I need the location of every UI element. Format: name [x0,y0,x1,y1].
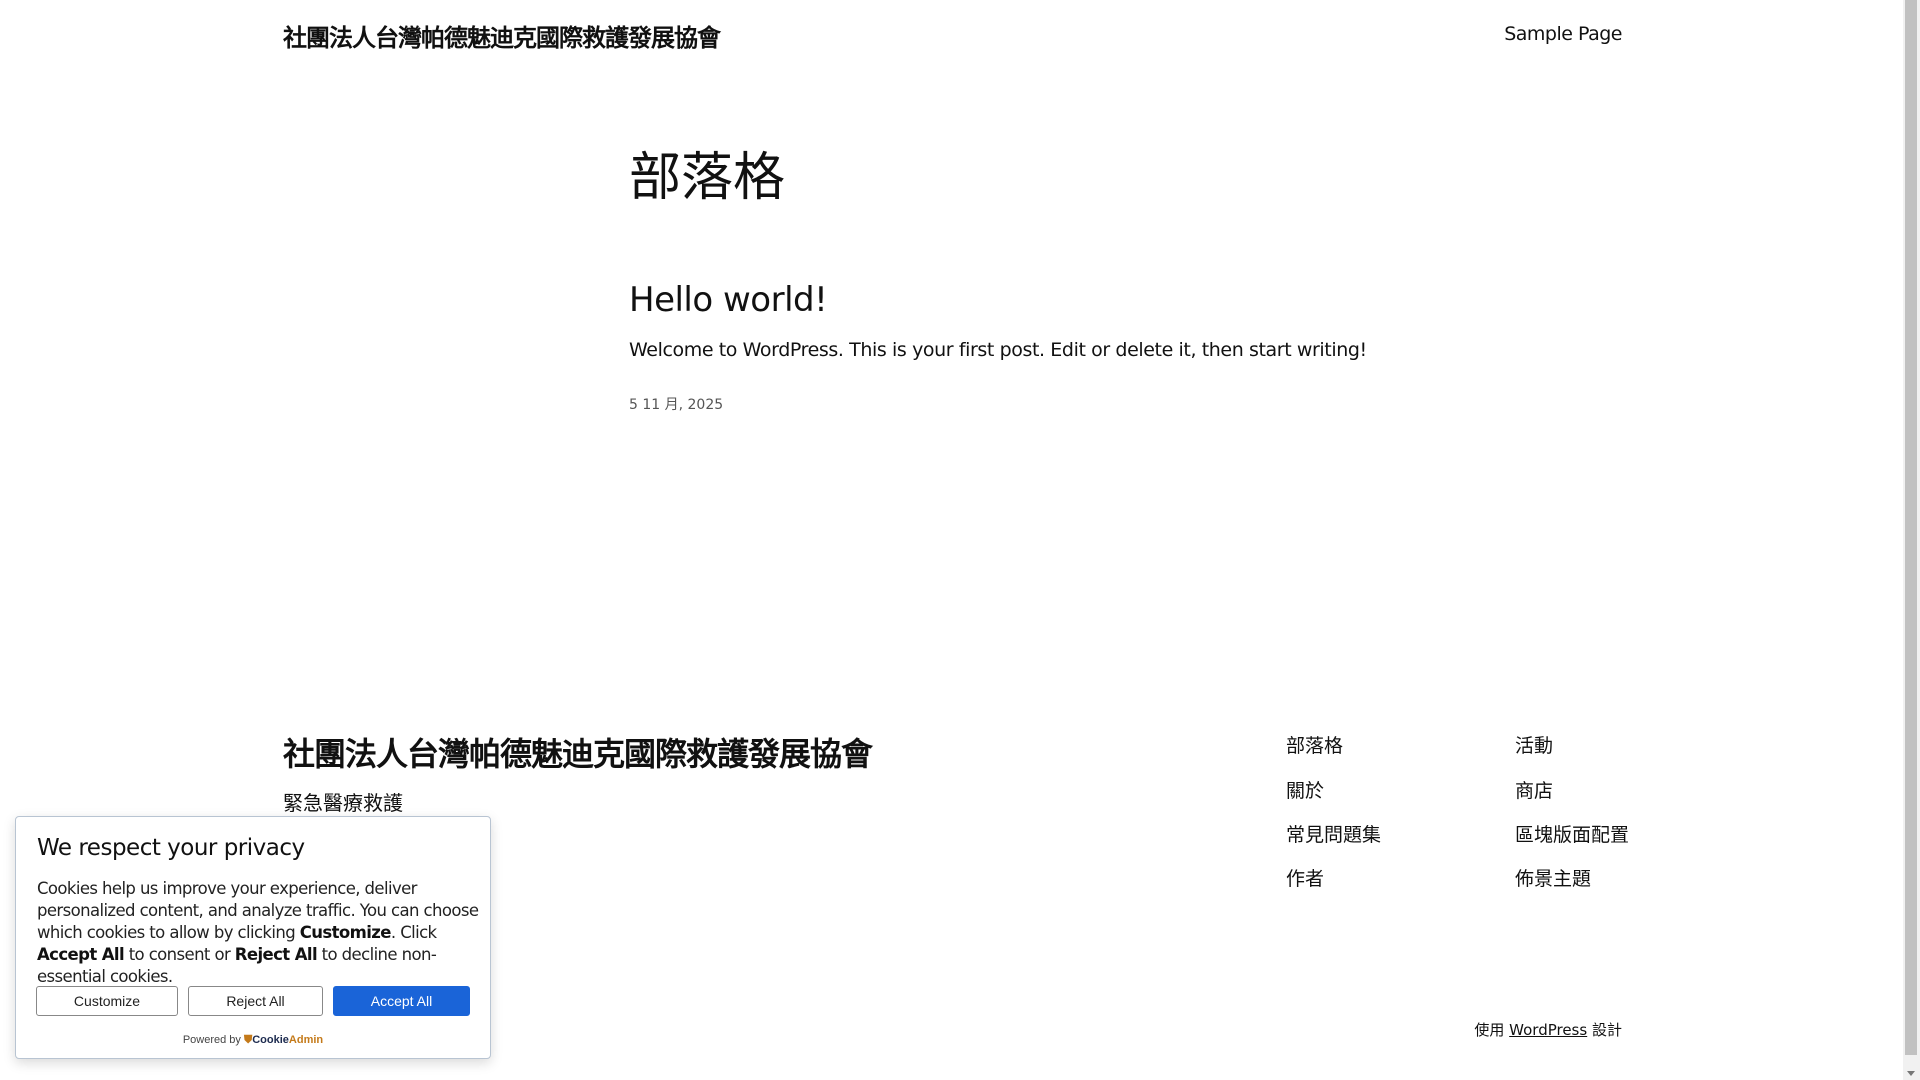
customize-button[interactable]: Customize [36,986,178,1016]
post-date: 5 11 月, 2025 [629,397,724,413]
footer-nav-shop[interactable]: 商店 [1515,776,1553,803]
brand: Admin [288,1034,324,1046]
text: Accept All [37,945,125,964]
footer-nav-about[interactable]: 關於 [1286,776,1324,803]
powered-by-label: Powered by [182,1034,241,1046]
footer-credit: 使用 WordPress 設計 [1474,1019,1622,1040]
reject-all-button[interactable]: Reject All [188,986,323,1016]
accept-all-button[interactable]: Accept All [333,986,470,1016]
footer-nav-authors[interactable]: 作者 [1286,864,1324,891]
footer-nav-blog[interactable]: 部落格 [1286,731,1343,758]
credit-suffix: 設計 [1591,1021,1622,1039]
credit-prefix: 使用 [1474,1021,1505,1039]
brand: Cookie [252,1034,289,1046]
nav-sample-page[interactable]: Sample Page [1504,23,1622,45]
text: Customize [299,923,392,942]
footer-site-title[interactable]: 社團法人台灣帕德魅迪克國際救護發展協會 [283,729,873,775]
cookie-consent-banner: We respect your privacy Cookies help us … [15,816,491,1059]
shield-icon: ⛊ [243,1034,253,1046]
footer-tagline: 緊急醫療救護 [283,791,403,815]
footer-nav-themes[interactable]: 佈景主題 [1515,864,1591,891]
wordpress-link[interactable]: WordPress [1509,1021,1587,1039]
text: to consent or [124,945,235,964]
footer-nav-patterns[interactable]: 區塊版面配置 [1515,820,1629,847]
powered-by: Powered by ⛊CookieAdmin [16,1034,490,1047]
footer-nav-events[interactable]: 活動 [1515,731,1553,758]
cookieadmin-logo[interactable]: ⛊CookieAdmin [244,1034,323,1046]
cookie-title: We respect your privacy [37,835,305,861]
scroll-down-arrow-icon[interactable] [1907,1071,1915,1076]
footer-nav-faq[interactable]: 常見問題集 [1286,820,1381,847]
scrollbar-thumb[interactable] [1905,0,1917,1055]
page-title: 部落格 [629,148,786,208]
cookie-description: Cookies help us improve your experience,… [37,878,487,988]
scrollbar[interactable] [1903,0,1920,1080]
post-excerpt: Welcome to WordPress. This is your first… [629,339,1367,361]
text: . Click [390,923,437,942]
text: Reject All [234,945,318,964]
post-title-link[interactable]: Hello world! [629,280,828,320]
site-title[interactable]: 社團法人台灣帕德魅迪克國際救護發展協會 [283,18,721,53]
